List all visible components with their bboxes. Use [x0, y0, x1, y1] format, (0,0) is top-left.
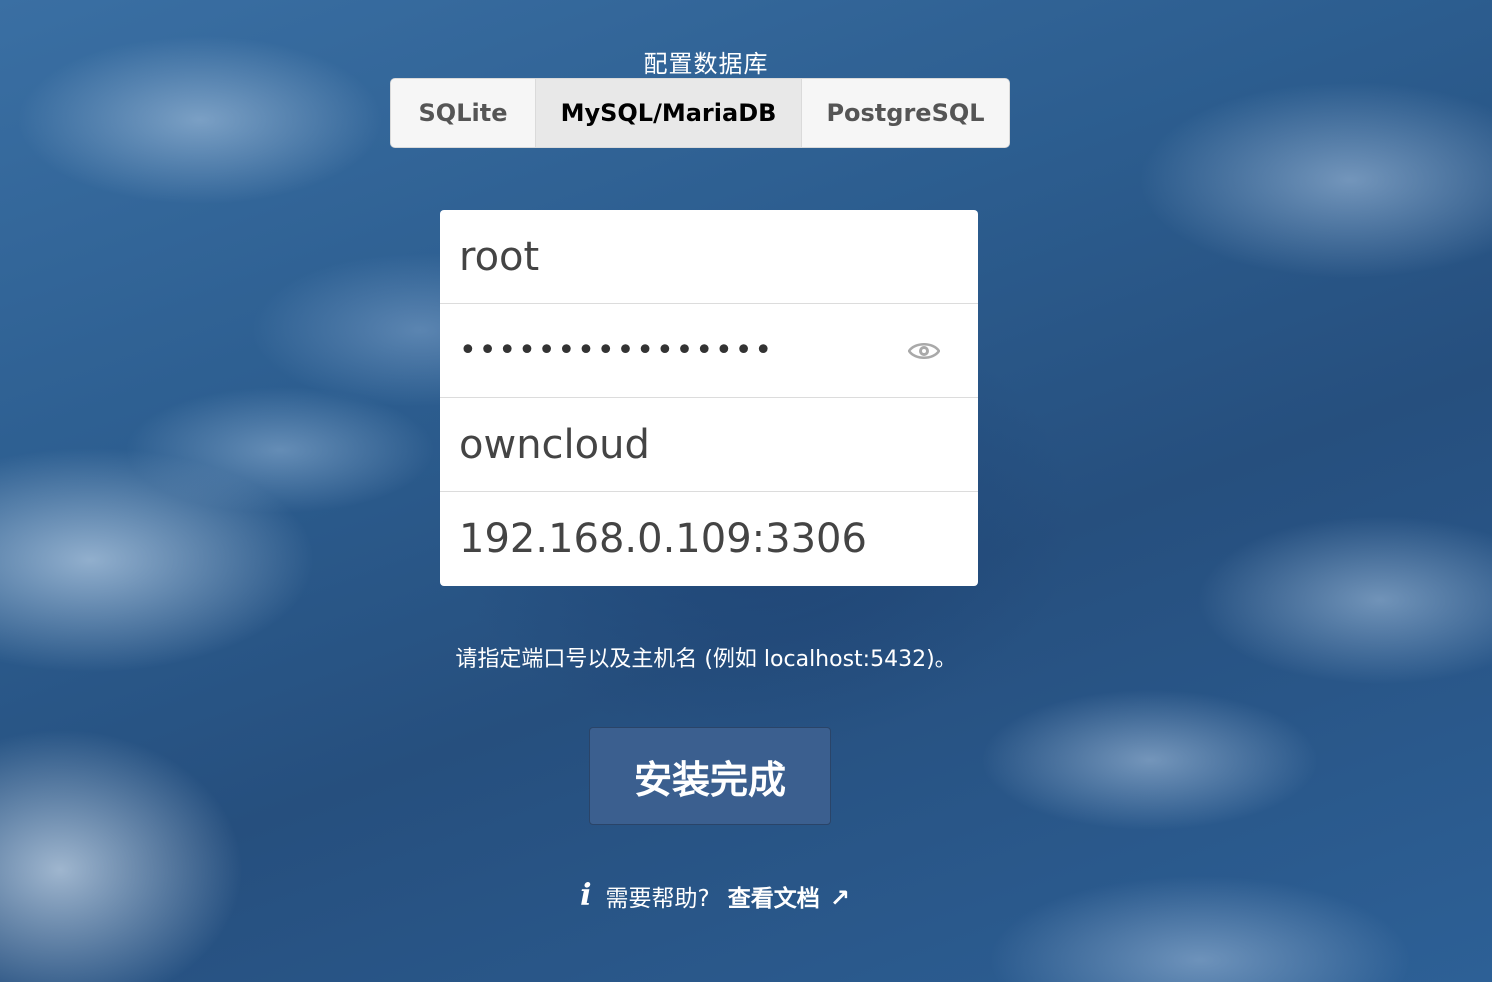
database-type-tabs: SQLite MySQL/MariaDB PostgreSQL: [390, 78, 1010, 148]
info-icon: i: [580, 878, 592, 913]
db-host-hint: 请指定端口号以及主机名 (例如 localhost:5432)。: [455, 647, 957, 672]
page-title: 配置数据库: [643, 50, 769, 78]
install-finish-button[interactable]: 安装完成: [589, 727, 831, 825]
database-form: ••••••••••••••••: [440, 210, 978, 586]
db-user-field-row: [440, 210, 978, 304]
db-user-input[interactable]: [440, 210, 978, 303]
tab-mysql-mariadb[interactable]: MySQL/MariaDB: [536, 79, 802, 147]
help-text: 需要帮助?: [605, 885, 710, 912]
db-password-input[interactable]: ••••••••••••••••: [459, 304, 774, 398]
tab-sqlite[interactable]: SQLite: [391, 79, 536, 147]
db-host-field-row: [440, 492, 978, 586]
eye-icon[interactable]: [908, 341, 940, 361]
db-password-field-row: ••••••••••••••••: [440, 304, 978, 398]
view-docs-label: 查看文档: [727, 885, 820, 912]
view-docs-link[interactable]: 查看文档 ↗: [728, 879, 850, 913]
help-row: i 需要帮助? 查看文档 ↗: [0, 878, 1430, 913]
db-name-input[interactable]: [440, 398, 978, 491]
external-link-arrow-icon: ↗: [829, 883, 850, 912]
db-host-input[interactable]: [440, 492, 978, 586]
tab-postgresql[interactable]: PostgreSQL: [802, 79, 1009, 147]
db-name-field-row: [440, 398, 978, 492]
